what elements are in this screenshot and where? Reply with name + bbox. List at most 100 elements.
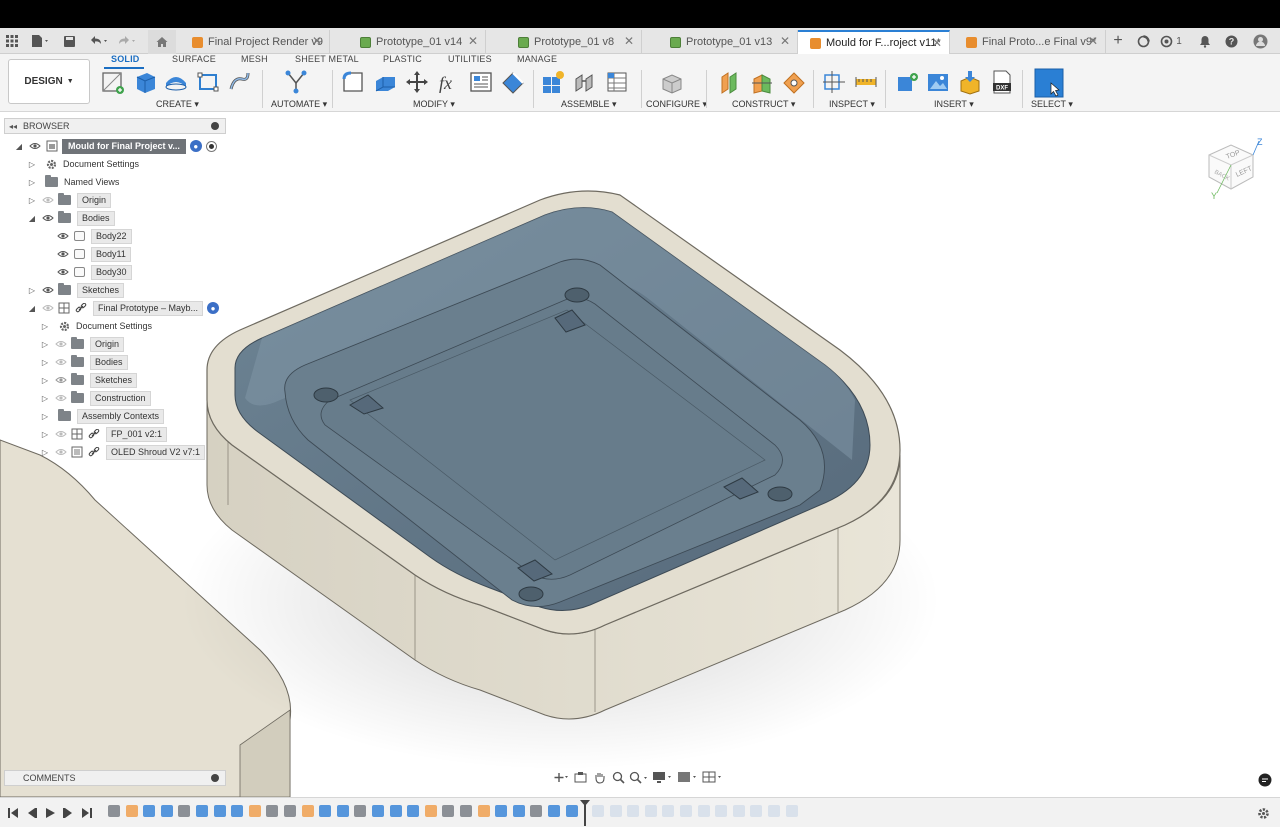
insert-mcmaster-icon[interactable] [958,69,982,95]
collapsed-triangle-icon[interactable]: ▷ [40,358,50,367]
timeline-suppressed-feature-icon[interactable] [697,805,710,817]
collapsed-triangle-icon[interactable]: ▷ [40,412,50,421]
collapsed-triangle-icon[interactable]: ▷ [40,394,50,403]
look-at-icon[interactable] [572,770,588,784]
extensions-icon[interactable] [1134,28,1152,54]
new-tab-plus-icon[interactable]: + [1108,28,1128,54]
play-icon[interactable] [43,806,57,820]
timeline-feature-icon[interactable] [284,805,296,817]
browser-item-assembly-contexts[interactable]: ▷ Assembly Contexts [40,407,165,425]
orbit-icon[interactable] [553,770,569,784]
fillet-icon[interactable] [373,69,397,95]
expanded-triangle-icon[interactable]: ◢ [27,304,37,313]
timeline-feature-icon[interactable] [565,805,578,817]
hidden-eye-icon[interactable] [54,357,68,367]
save-icon[interactable] [60,28,78,54]
comments-panel-header[interactable]: COMMENTS [4,770,226,786]
hidden-eye-icon[interactable] [41,195,55,205]
modify-menu[interactable]: MODIFY ▾ [413,99,455,110]
tab-sheet-metal[interactable]: SHEET METAL [295,54,359,66]
insert-dxf-icon[interactable]: DXF [990,69,1014,95]
timeline-feature-icon[interactable] [477,805,490,817]
timeline-feature-icon[interactable] [108,805,120,817]
browser-header[interactable]: ◂◂ BROWSER [4,118,226,134]
interference-icon[interactable] [854,69,878,95]
tab-prototype-v14[interactable]: Prototype_01 v14 ✕ [330,30,486,54]
sweep-icon[interactable] [196,69,220,95]
tab-prototype-v8[interactable]: Prototype_01 v8 ✕ [486,30,642,54]
visibility-eye-icon[interactable] [41,213,55,223]
step-back-icon[interactable] [25,806,39,820]
tab-mould-for-final-project[interactable]: Mould for F...roject v11* ✕ [798,30,950,54]
automate-menu[interactable]: AUTOMATE ▾ [271,99,327,110]
create-sketch-icon[interactable] [101,69,125,95]
offset-plane-icon[interactable] [718,69,742,95]
timeline-feature-icon[interactable] [530,805,543,817]
collapsed-triangle-icon[interactable]: ▷ [27,178,37,187]
compute-all-icon[interactable] [469,69,493,95]
bill-of-materials-icon[interactable] [605,69,629,95]
collapsed-triangle-icon[interactable]: ▷ [40,340,50,349]
close-icon[interactable]: ✕ [624,34,634,48]
browser-item-body22[interactable]: Body22 [52,227,132,245]
timeline-feature-icon[interactable] [160,805,173,817]
browser-item-final-prototype[interactable]: ◢ Final Prototype – Mayb... ● [27,299,220,317]
collapsed-triangle-icon[interactable]: ▷ [27,196,37,205]
activate-badge-icon[interactable]: ● [207,302,220,314]
timeline-feature-icon[interactable] [178,805,191,817]
select-menu[interactable]: SELECT ▾ [1031,99,1073,110]
browser-item-body11[interactable]: Body11 [52,245,131,263]
undo-icon[interactable] [86,28,112,54]
close-icon[interactable]: ✕ [1088,34,1098,48]
tab-surface[interactable]: SURFACE [172,54,216,66]
zoom-window-icon[interactable] [629,770,649,784]
timeline-suppressed-feature-icon[interactable] [592,805,604,817]
workspace-switcher-button[interactable]: DESIGN ▼ [8,59,90,104]
step-forward-icon[interactable] [61,806,75,820]
timeline-suppressed-feature-icon[interactable] [627,805,640,817]
close-icon[interactable]: ✕ [312,34,322,48]
browser-item-construction[interactable]: ▷ Construction [40,389,151,407]
configure-menu[interactable]: CONFIGURE ▾ [646,99,707,110]
timeline-feature-icon[interactable] [407,805,420,817]
collapsed-triangle-icon[interactable]: ▷ [27,286,37,295]
go-to-end-icon[interactable] [80,806,94,820]
timeline-suppressed-feature-icon[interactable] [644,805,657,817]
timeline-feature-icon[interactable] [372,805,384,817]
loft-icon[interactable] [228,69,252,95]
apps-grid-icon[interactable] [2,28,22,54]
grid-settings-icon[interactable] [677,770,699,784]
browser-item-oled-shroud[interactable]: ▷ OLED Shroud V2 v7:1 [40,443,206,461]
notifications-bell-icon[interactable] [1196,28,1214,54]
collapsed-triangle-icon[interactable]: ▷ [40,322,50,331]
press-pull-icon[interactable] [341,69,365,95]
tab-final-project-render[interactable]: Final Project Render v9 ✕ [180,30,330,54]
pan-hand-icon[interactable] [591,770,607,784]
collapse-double-arrow-icon[interactable]: ◂◂ [9,122,17,131]
inspect-menu[interactable]: INSPECT ▾ [829,99,875,110]
panel-options-icon[interactable] [211,122,219,130]
timeline-feature-icon[interactable] [319,805,332,817]
timeline-feature-icon[interactable] [143,805,156,817]
redo-icon[interactable] [114,28,140,54]
browser-item-bodies[interactable]: ◢ Bodies [27,209,115,227]
hidden-eye-icon[interactable] [54,429,68,439]
file-menu-icon[interactable] [28,28,52,54]
construct-menu[interactable]: CONSTRUCT ▾ [732,99,795,110]
hidden-eye-icon[interactable] [41,303,55,313]
collapsed-triangle-icon[interactable]: ▷ [40,448,50,457]
timeline-feature-icon[interactable] [424,805,437,817]
timeline-marker[interactable] [580,800,590,826]
timeline-feature-icon[interactable] [442,805,455,817]
tab-utilities[interactable]: UTILITIES [448,54,492,66]
tab-manage[interactable]: MANAGE [517,54,557,66]
joint-icon[interactable] [573,69,597,95]
timeline-suppressed-feature-icon[interactable] [715,805,728,817]
plane-at-angle-icon[interactable] [750,69,774,95]
timeline-feature-icon[interactable] [460,805,472,817]
visibility-eye-icon[interactable] [56,267,70,277]
timeline-suppressed-feature-icon[interactable] [750,805,763,817]
tab-prototype-v13[interactable]: Prototype_01 v13 ✕ [642,30,798,54]
assemble-menu[interactable]: ASSEMBLE ▾ [561,99,617,110]
browser-item-sketches[interactable]: ▷ Sketches [27,281,125,299]
